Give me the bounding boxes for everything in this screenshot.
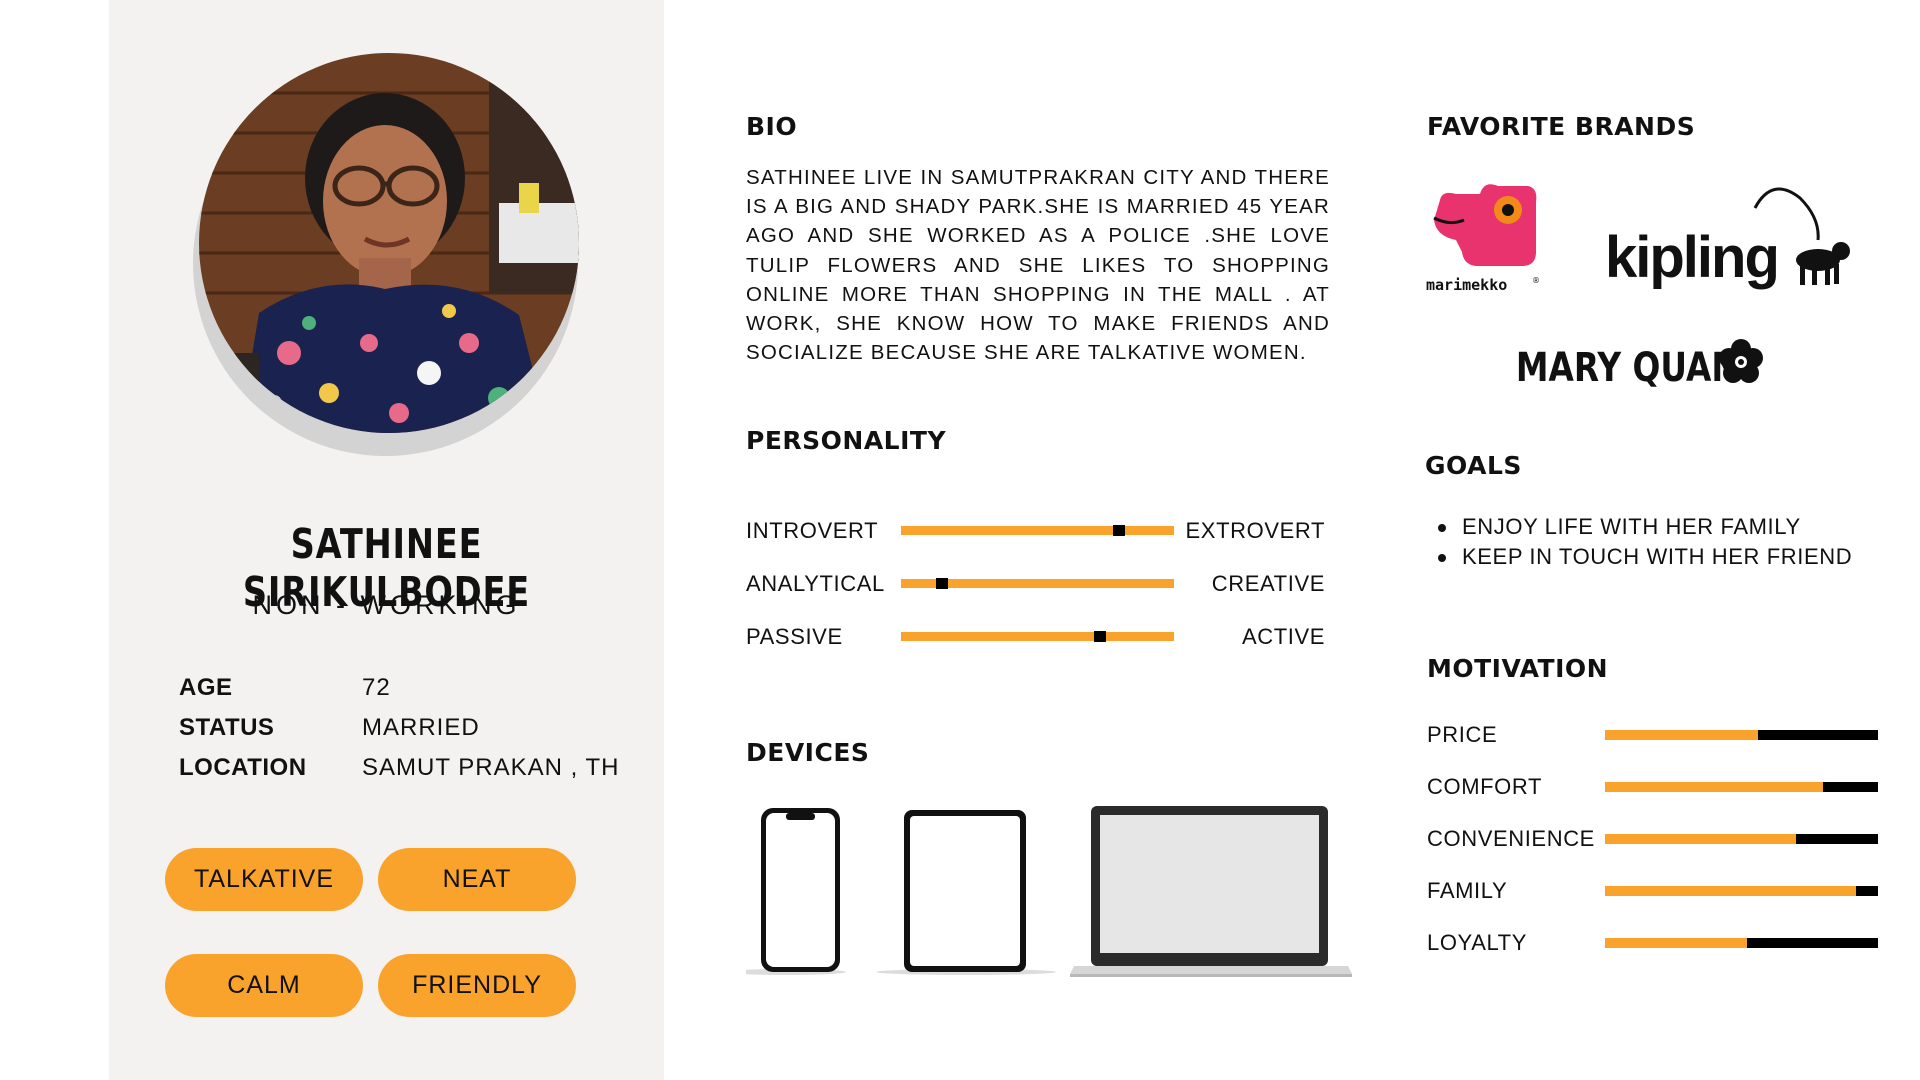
avatar bbox=[193, 53, 579, 456]
devices-heading: DEVICES bbox=[746, 738, 870, 767]
scale-right-label: CREATIVE bbox=[1211, 571, 1325, 596]
laptop-icon bbox=[1070, 806, 1352, 977]
scale-marker bbox=[1094, 631, 1107, 642]
trait-badge-friendly: FRIENDLY bbox=[378, 954, 576, 1017]
fact-label: STATUS bbox=[179, 714, 275, 741]
fact-row-age: AGE 72 bbox=[179, 668, 620, 708]
fact-row-location: LOCATION SAMUT PRAKAN , TH bbox=[179, 748, 620, 788]
fact-label: AGE bbox=[179, 674, 233, 701]
scale-marker bbox=[935, 578, 948, 589]
brands-heading: FAVORITE BRANDS bbox=[1427, 112, 1696, 141]
scale-marker bbox=[1113, 525, 1126, 536]
scale-left-label: ANALYTICAL bbox=[746, 571, 885, 596]
motivation-label: COMFORT bbox=[1427, 774, 1543, 799]
motivation-bar-fill bbox=[1605, 782, 1824, 792]
persona-role: NON - WORKING bbox=[252, 590, 521, 620]
trait-badge-neat: NEAT bbox=[378, 848, 576, 911]
personality-heading: PERSONALITY bbox=[746, 426, 947, 455]
svg-text:®: ® bbox=[1532, 276, 1540, 285]
bio-text: SATHINEE LIVE IN SAMUTPRAKRAN CITY AND T… bbox=[746, 166, 1330, 365]
motivation-bar-fill bbox=[1605, 938, 1747, 948]
motivation-label: CONVENIENCE bbox=[1427, 826, 1595, 851]
motivation-bar bbox=[1605, 782, 1878, 792]
motivation-label: FAMILY bbox=[1427, 878, 1508, 903]
scale-track bbox=[901, 525, 1174, 536]
goal-item: KEEP IN TOUCH WITH HER FRIEND bbox=[1436, 542, 1852, 572]
scale-left-label: PASSIVE bbox=[746, 624, 843, 649]
scale-right-label: EXTROVERT bbox=[1185, 518, 1325, 543]
goal-item: ENJOY LIFE WITH HER FAMILY bbox=[1436, 512, 1852, 542]
profile-panel: SATHINEE SIRIKULBODEE NON - WORKING AGE … bbox=[109, 0, 664, 1080]
motivation-heading: MOTIVATION bbox=[1427, 654, 1609, 683]
goals-list: ENJOY LIFE WITH HER FAMILY KEEP IN TOUCH… bbox=[1436, 512, 1852, 572]
goals-heading: GOALS bbox=[1425, 451, 1522, 480]
tablet-icon bbox=[876, 810, 1056, 975]
motivation-label: LOYALTY bbox=[1427, 930, 1527, 955]
motivation-bar bbox=[1605, 834, 1878, 844]
motivation-bar-fill bbox=[1605, 730, 1758, 740]
fact-value: SAMUT PRAKAN , TH bbox=[362, 754, 620, 781]
motivation-bar-fill bbox=[1605, 834, 1797, 844]
motivation-bar bbox=[1605, 886, 1878, 896]
scale-left-label: INTROVERT bbox=[746, 518, 879, 543]
trait-badge-talkative: TALKATIVE bbox=[165, 848, 363, 911]
scale-track bbox=[901, 578, 1174, 589]
brand-logos: marimekko ® kipling MARY QUANT bbox=[1420, 180, 1860, 400]
scale-track bbox=[901, 631, 1174, 642]
trait-badge-calm: CALM bbox=[165, 954, 363, 1017]
fact-label: LOCATION bbox=[179, 754, 307, 781]
fact-row-status: STATUS MARRIED bbox=[179, 708, 620, 748]
avatar-photo bbox=[199, 53, 579, 433]
mary-quant-logo: MARY QUANT bbox=[1516, 339, 1763, 391]
motivation-bar bbox=[1605, 938, 1878, 948]
fact-value: 72 bbox=[362, 674, 391, 701]
motivation-bar-fill bbox=[1605, 886, 1857, 896]
svg-text:marimekko: marimekko bbox=[1426, 276, 1507, 294]
fact-value: MARRIED bbox=[362, 714, 480, 741]
devices-row bbox=[746, 800, 1366, 990]
phone-icon bbox=[746, 808, 846, 975]
motivation-label: PRICE bbox=[1427, 722, 1498, 747]
bio-heading: BIO bbox=[746, 112, 798, 141]
persona-facts: AGE 72 STATUS MARRIED LOCATION SAMUT PRA… bbox=[179, 668, 620, 788]
marimekko-logo: marimekko ® bbox=[1426, 184, 1540, 294]
svg-text:kipling: kipling bbox=[1605, 225, 1778, 290]
kipling-logo: kipling bbox=[1605, 187, 1850, 290]
scale-right-label: ACTIVE bbox=[1241, 624, 1325, 649]
motivation-bar bbox=[1605, 730, 1878, 740]
